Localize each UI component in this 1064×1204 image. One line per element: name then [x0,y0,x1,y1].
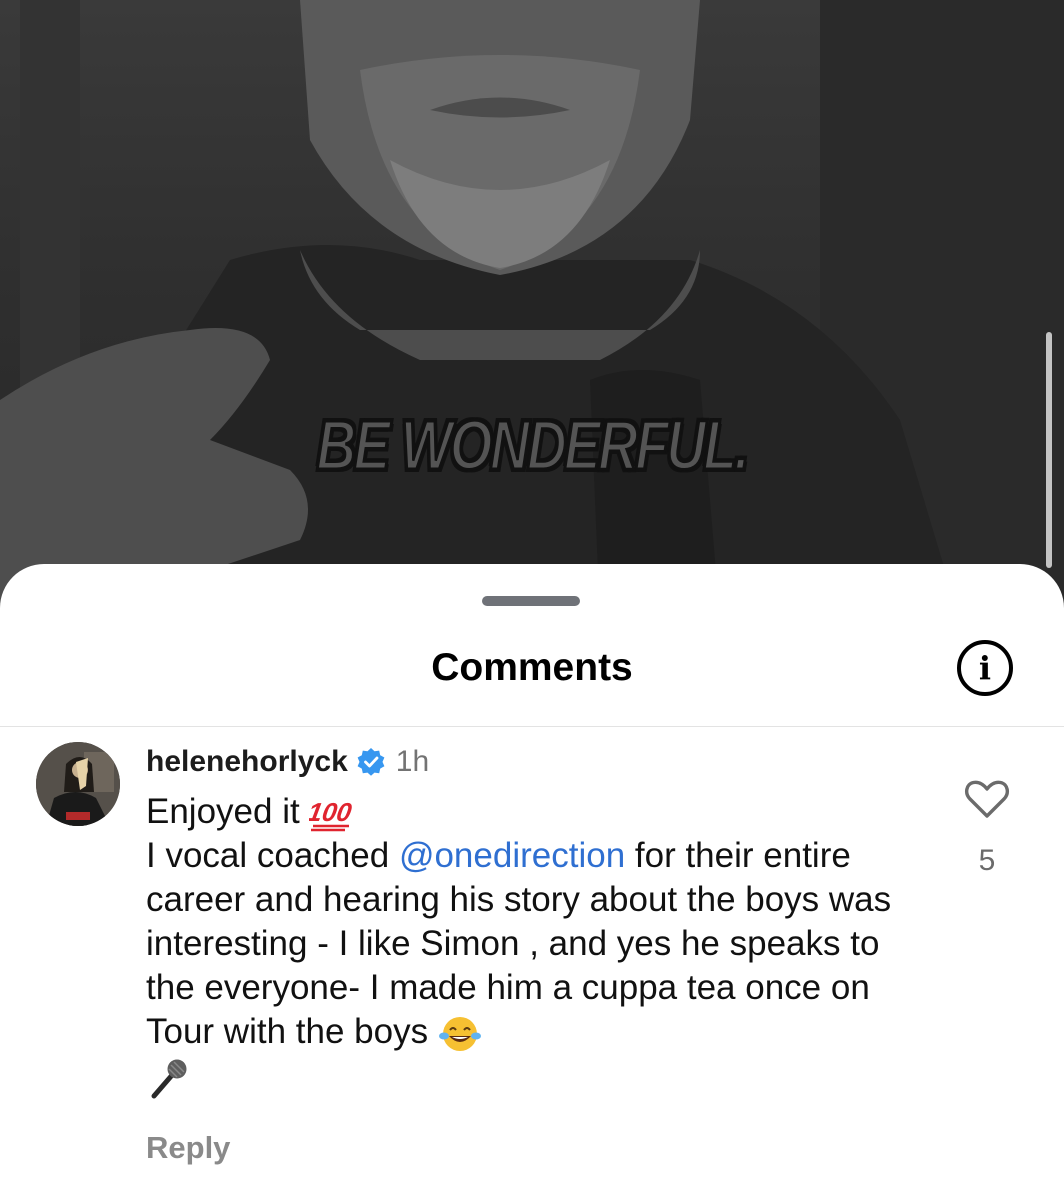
hundred-points-icon: 100 [309,797,353,831]
comment-text: Enjoyed it 100 I vocal coached @onedirec… [146,790,936,1100]
mention-link[interactable]: @onedirection [399,836,625,875]
svg-text:100: 100 [309,797,353,827]
video-caption-overlay: BE WONDERFUL. [316,405,751,486]
comment-header: helenehorlyck 1h [146,742,429,782]
comment-line-1: Enjoyed it 100 [146,790,936,834]
like-count: 5 [978,844,996,877]
sheet-drag-handle[interactable] [482,596,580,606]
video-image [0,0,1064,620]
comments-sheet: Comments i helenehorlyck 1h Enjoyed it 1… [0,564,1064,1204]
comment-text-before: I vocal coached [146,836,399,875]
header-divider [0,726,1064,727]
video-frame: BE WONDERFUL. [0,0,1064,620]
microphone-icon [151,1059,187,1099]
tears-of-joy-icon [438,1016,481,1051]
heart-icon[interactable] [964,778,1010,820]
avatar[interactable] [36,742,120,826]
verified-badge-icon [357,748,385,776]
reply-button[interactable]: Reply [146,1130,230,1166]
comment-paragraph: I vocal coached @onedirection for their … [146,834,936,1100]
info-button[interactable]: i [957,640,1013,696]
comment-time: 1h [395,745,430,778]
scrollbar[interactable] [1046,332,1052,568]
comment-first-line: Enjoyed it [146,792,300,831]
comment-username[interactable]: helenehorlyck [146,745,348,779]
info-icon: i [978,649,992,687]
sheet-title: Comments [431,646,633,689]
avatar-image [36,742,120,826]
